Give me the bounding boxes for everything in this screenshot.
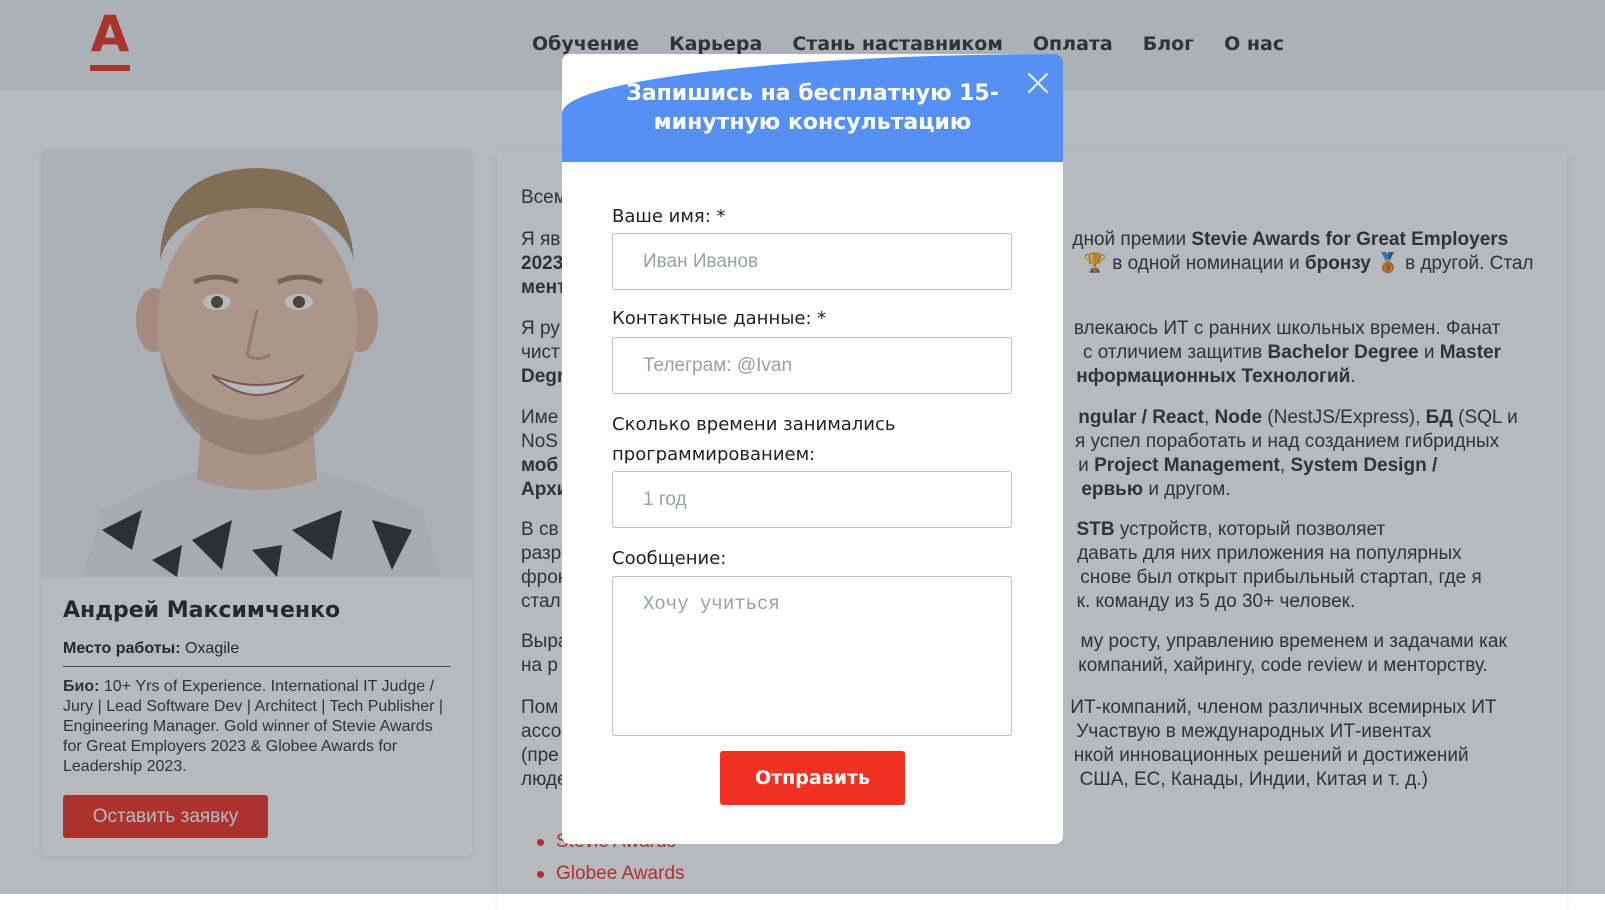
- name-label: Ваше имя: *: [612, 206, 726, 227]
- experience-input[interactable]: [612, 471, 1012, 528]
- contact-input[interactable]: [612, 337, 1012, 394]
- name-input[interactable]: [612, 233, 1012, 290]
- close-icon[interactable]: [1027, 72, 1049, 94]
- contact-label: Контактные данные: *: [612, 308, 827, 329]
- message-label: Сообщение:: [612, 548, 727, 569]
- modal-title: Запишись на бесплатную 15-минутную консу…: [626, 81, 999, 135]
- message-textarea[interactable]: [612, 576, 1012, 736]
- experience-label: Сколько времени занимались программирова…: [612, 414, 896, 465]
- consultation-modal: Запишись на бесплатную 15-минутную консу…: [562, 54, 1063, 844]
- submit-button[interactable]: Отправить: [720, 751, 905, 805]
